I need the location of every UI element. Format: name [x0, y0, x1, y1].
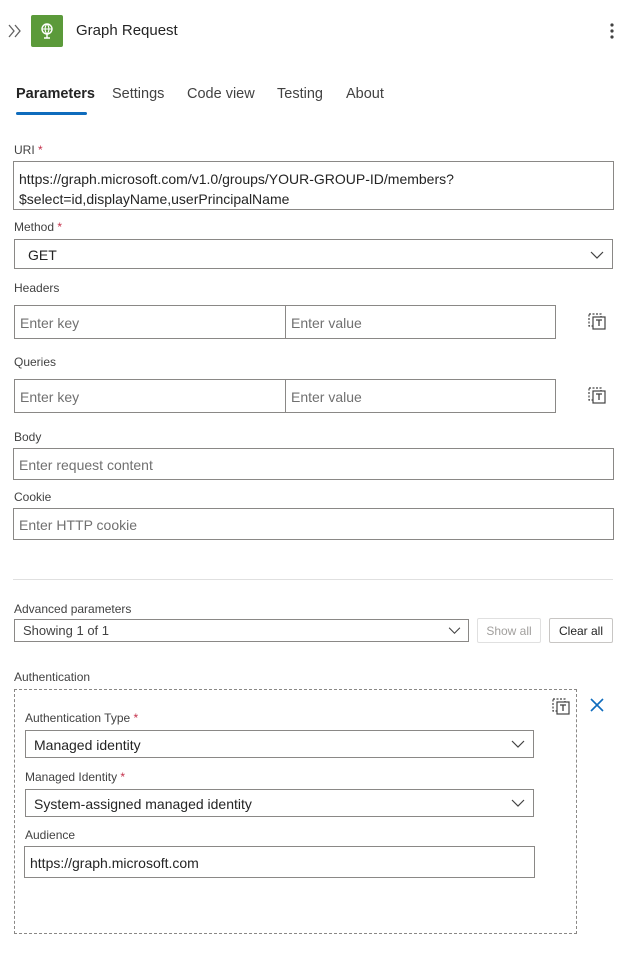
close-icon[interactable] — [589, 697, 605, 713]
uri-label: URI * — [14, 143, 43, 157]
method-value: GET — [28, 247, 57, 263]
audience-label: Audience — [25, 828, 76, 842]
body-label: Body — [14, 430, 42, 444]
show-all-button[interactable]: Show all — [477, 618, 541, 643]
chevron-down-icon — [511, 799, 525, 807]
chevron-down-icon — [590, 251, 604, 259]
managed-identity-dropdown[interactable]: System-assigned managed identity — [25, 789, 534, 817]
uri-value-line1: https://graph.microsoft.com/v1.0/groups/… — [19, 171, 454, 187]
tab-code-view[interactable]: Code view — [187, 86, 255, 102]
audience-input[interactable]: https://graph.microsoft.com — [24, 846, 535, 878]
tab-parameters[interactable]: Parameters — [16, 86, 95, 102]
queries-value-input[interactable]: Enter value — [285, 379, 556, 413]
headers-value-input[interactable]: Enter value — [285, 305, 556, 339]
graph-app-icon — [31, 15, 63, 47]
chevron-down-icon — [511, 740, 525, 748]
expand-panel-icon[interactable] — [6, 22, 24, 40]
tab-settings[interactable]: Settings — [112, 86, 164, 102]
advanced-parameters-label: Advanced parameters — [14, 602, 132, 616]
authentication-label: Authentication — [14, 670, 91, 684]
authentication-type-label: Authentication Type * — [25, 711, 139, 725]
switch-to-text-mode-icon[interactable] — [587, 312, 607, 332]
body-input[interactable]: Enter request content — [13, 448, 614, 480]
tab-testing[interactable]: Testing — [277, 86, 323, 102]
queries-label: Queries — [14, 355, 57, 369]
uri-value-line2: $select=id,displayName,userPrincipalName — [19, 191, 290, 207]
cookie-label: Cookie — [14, 490, 52, 504]
headers-label: Headers — [14, 281, 60, 295]
clear-all-button[interactable]: Clear all — [549, 618, 613, 643]
managed-identity-label: Managed Identity * — [25, 770, 126, 784]
method-label: Method * — [14, 220, 63, 234]
advanced-parameters-dropdown[interactable]: Showing 1 of 1 — [14, 619, 469, 642]
switch-to-text-mode-icon[interactable] — [587, 386, 607, 406]
queries-key-input[interactable]: Enter key — [14, 379, 286, 413]
active-tab-indicator — [16, 112, 87, 115]
method-dropdown[interactable]: GET — [14, 239, 613, 269]
tab-about[interactable]: About — [346, 86, 384, 102]
section-divider — [13, 579, 613, 580]
switch-to-text-mode-icon[interactable] — [551, 697, 571, 717]
chevron-down-icon — [448, 627, 461, 634]
uri-input[interactable]: https://graph.microsoft.com/v1.0/groups/… — [13, 161, 614, 210]
cookie-input[interactable]: Enter HTTP cookie — [13, 508, 614, 540]
authentication-type-dropdown[interactable]: Managed identity — [25, 730, 534, 758]
more-options-icon[interactable] — [603, 21, 621, 41]
headers-key-input[interactable]: Enter key — [14, 305, 286, 339]
page-title: Graph Request — [76, 22, 178, 39]
